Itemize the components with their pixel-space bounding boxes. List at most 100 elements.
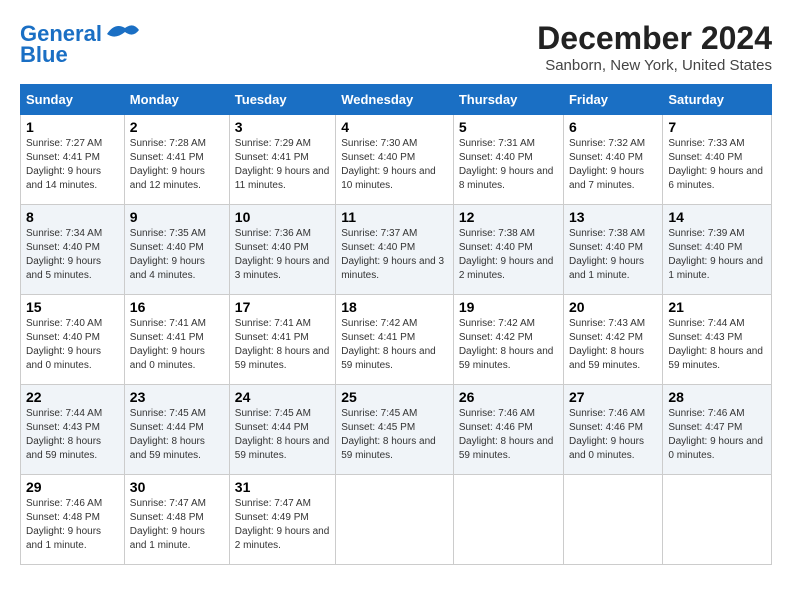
calendar-cell: 14 Sunrise: 7:39 AM Sunset: 4:40 PM Dayli… [663,205,772,295]
calendar-cell: 29 Sunrise: 7:46 AM Sunset: 4:48 PM Dayli… [21,475,125,565]
day-info: Sunrise: 7:42 AM Sunset: 4:41 PM Dayligh… [341,317,448,373]
day-info: Sunrise: 7:46 AM Sunset: 4:48 PM Dayligh… [26,497,119,553]
day-info: Sunrise: 7:47 AM Sunset: 4:48 PM Dayligh… [130,497,224,553]
day-info: Sunrise: 7:41 AM Sunset: 4:41 PM Dayligh… [235,317,330,373]
day-info: Sunrise: 7:45 AM Sunset: 4:44 PM Dayligh… [130,407,224,463]
day-number: 10 [235,209,330,225]
page-header: General Blue December 2024 Sanborn, New … [20,20,772,74]
calendar-cell: 23Sunrise: 7:45 AM Sunset: 4:44 PM Dayli… [124,385,229,475]
calendar-cell: 13Sunrise: 7:38 AM Sunset: 4:40 PM Dayli… [563,205,662,295]
calendar-cell [336,475,454,565]
calendar-cell: 30 Sunrise: 7:47 AM Sunset: 4:48 PM Dayli… [124,475,229,565]
day-number: 29 [26,479,119,495]
calendar-cell: 11 Sunrise: 7:37 AM Sunset: 4:40 PM Dayli… [336,205,454,295]
day-info: Sunrise: 7:32 AM Sunset: 4:40 PM Dayligh… [569,137,657,193]
day-number: 6 [569,119,657,135]
day-number: 9 [130,209,224,225]
calendar-cell: 7 Sunrise: 7:33 AM Sunset: 4:40 PM Daylig… [663,115,772,205]
day-number: 12 [459,209,558,225]
title-block: December 2024 Sanborn, New York, United … [537,20,772,74]
day-number: 11 [341,209,448,225]
calendar-week-row: 22 Sunrise: 7:44 AM Sunset: 4:43 PM Dayli… [21,385,772,475]
day-number: 30 [130,479,224,495]
calendar-cell: 6 Sunrise: 7:32 AM Sunset: 4:40 PM Daylig… [563,115,662,205]
day-info: Sunrise: 7:46 AM Sunset: 4:46 PM Dayligh… [569,407,657,463]
day-info: Sunrise: 7:40 AM Sunset: 4:40 PM Dayligh… [26,317,119,373]
calendar-cell: 15 Sunrise: 7:40 AM Sunset: 4:40 PM Dayli… [21,295,125,385]
day-number: 7 [668,119,766,135]
calendar-cell: 19Sunrise: 7:42 AM Sunset: 4:42 PM Dayli… [453,295,563,385]
day-info: Sunrise: 7:43 AM Sunset: 4:42 PM Dayligh… [569,317,657,373]
header-thursday: Thursday [453,85,563,115]
day-info: Sunrise: 7:36 AM Sunset: 4:40 PM Dayligh… [235,227,330,283]
header-sunday: Sunday [21,85,125,115]
calendar-cell: 17Sunrise: 7:41 AM Sunset: 4:41 PM Dayli… [229,295,335,385]
header-wednesday: Wednesday [336,85,454,115]
day-info: Sunrise: 7:27 AM Sunset: 4:41 PM Dayligh… [26,137,119,193]
calendar-cell [663,475,772,565]
day-number: 28 [668,389,766,405]
day-number: 16 [130,299,224,315]
day-info: Sunrise: 7:44 AM Sunset: 4:43 PM Dayligh… [668,317,766,373]
calendar-cell: 1 Sunrise: 7:27 AM Sunset: 4:41 PM Daylig… [21,115,125,205]
day-number: 25 [341,389,448,405]
calendar-cell: 5Sunrise: 7:31 AM Sunset: 4:40 PM Daylig… [453,115,563,205]
header-monday: Monday [124,85,229,115]
day-number: 8 [26,209,119,225]
day-info: Sunrise: 7:28 AM Sunset: 4:41 PM Dayligh… [130,137,224,193]
calendar-cell: 22 Sunrise: 7:44 AM Sunset: 4:43 PM Dayli… [21,385,125,475]
calendar-week-row: 1 Sunrise: 7:27 AM Sunset: 4:41 PM Daylig… [21,115,772,205]
calendar-cell: 28 Sunrise: 7:46 AM Sunset: 4:47 PM Dayli… [663,385,772,475]
header-friday: Friday [563,85,662,115]
calendar-cell: 26Sunrise: 7:46 AM Sunset: 4:46 PM Dayli… [453,385,563,475]
calendar-cell: 4 Sunrise: 7:30 AM Sunset: 4:40 PM Daylig… [336,115,454,205]
day-info: Sunrise: 7:46 AM Sunset: 4:47 PM Dayligh… [668,407,766,463]
calendar-cell: 20Sunrise: 7:43 AM Sunset: 4:42 PM Dayli… [563,295,662,385]
day-number: 3 [235,119,330,135]
calendar-week-row: 29 Sunrise: 7:46 AM Sunset: 4:48 PM Dayli… [21,475,772,565]
calendar-cell: 21Sunrise: 7:44 AM Sunset: 4:43 PM Dayli… [663,295,772,385]
calendar-cell: 3 Sunrise: 7:29 AM Sunset: 4:41 PM Daylig… [229,115,335,205]
day-info: Sunrise: 7:29 AM Sunset: 4:41 PM Dayligh… [235,137,330,193]
calendar-cell: 18Sunrise: 7:42 AM Sunset: 4:41 PM Dayli… [336,295,454,385]
day-info: Sunrise: 7:44 AM Sunset: 4:43 PM Dayligh… [26,407,119,463]
day-info: Sunrise: 7:39 AM Sunset: 4:40 PM Dayligh… [668,227,766,283]
day-info: Sunrise: 7:30 AM Sunset: 4:40 PM Dayligh… [341,137,448,193]
day-number: 4 [341,119,448,135]
calendar-cell: 27 Sunrise: 7:46 AM Sunset: 4:46 PM Dayli… [563,385,662,475]
page-subtitle: Sanborn, New York, United States [537,57,772,74]
calendar-week-row: 8 Sunrise: 7:34 AM Sunset: 4:40 PM Daylig… [21,205,772,295]
calendar-cell: 9 Sunrise: 7:35 AM Sunset: 4:40 PM Daylig… [124,205,229,295]
calendar-cell: 31Sunrise: 7:47 AM Sunset: 4:49 PM Dayli… [229,475,335,565]
calendar-cell [563,475,662,565]
day-info: Sunrise: 7:34 AM Sunset: 4:40 PM Dayligh… [26,227,119,283]
day-info: Sunrise: 7:33 AM Sunset: 4:40 PM Dayligh… [668,137,766,193]
day-info: Sunrise: 7:45 AM Sunset: 4:44 PM Dayligh… [235,407,330,463]
day-number: 2 [130,119,224,135]
logo: General Blue [20,20,141,66]
day-info: Sunrise: 7:37 AM Sunset: 4:40 PM Dayligh… [341,227,448,283]
calendar-table: SundayMondayTuesdayWednesdayThursdayFrid… [20,84,772,565]
day-info: Sunrise: 7:38 AM Sunset: 4:40 PM Dayligh… [569,227,657,283]
day-number: 5 [459,119,558,135]
day-info: Sunrise: 7:35 AM Sunset: 4:40 PM Dayligh… [130,227,224,283]
day-number: 19 [459,299,558,315]
day-number: 14 [668,209,766,225]
day-number: 24 [235,389,330,405]
day-info: Sunrise: 7:41 AM Sunset: 4:41 PM Dayligh… [130,317,224,373]
logo-bird-icon [105,20,141,48]
calendar-cell: 12 Sunrise: 7:38 AM Sunset: 4:40 PM Dayli… [453,205,563,295]
day-number: 1 [26,119,119,135]
calendar-cell: 2 Sunrise: 7:28 AM Sunset: 4:41 PM Daylig… [124,115,229,205]
calendar-cell: 10 Sunrise: 7:36 AM Sunset: 4:40 PM Dayli… [229,205,335,295]
day-number: 22 [26,389,119,405]
header-tuesday: Tuesday [229,85,335,115]
calendar-cell: 8 Sunrise: 7:34 AM Sunset: 4:40 PM Daylig… [21,205,125,295]
day-number: 15 [26,299,119,315]
day-number: 27 [569,389,657,405]
calendar-week-row: 15 Sunrise: 7:40 AM Sunset: 4:40 PM Dayli… [21,295,772,385]
day-info: Sunrise: 7:45 AM Sunset: 4:45 PM Dayligh… [341,407,448,463]
calendar-cell: 24 Sunrise: 7:45 AM Sunset: 4:44 PM Dayli… [229,385,335,475]
day-info: Sunrise: 7:38 AM Sunset: 4:40 PM Dayligh… [459,227,558,283]
day-number: 26 [459,389,558,405]
